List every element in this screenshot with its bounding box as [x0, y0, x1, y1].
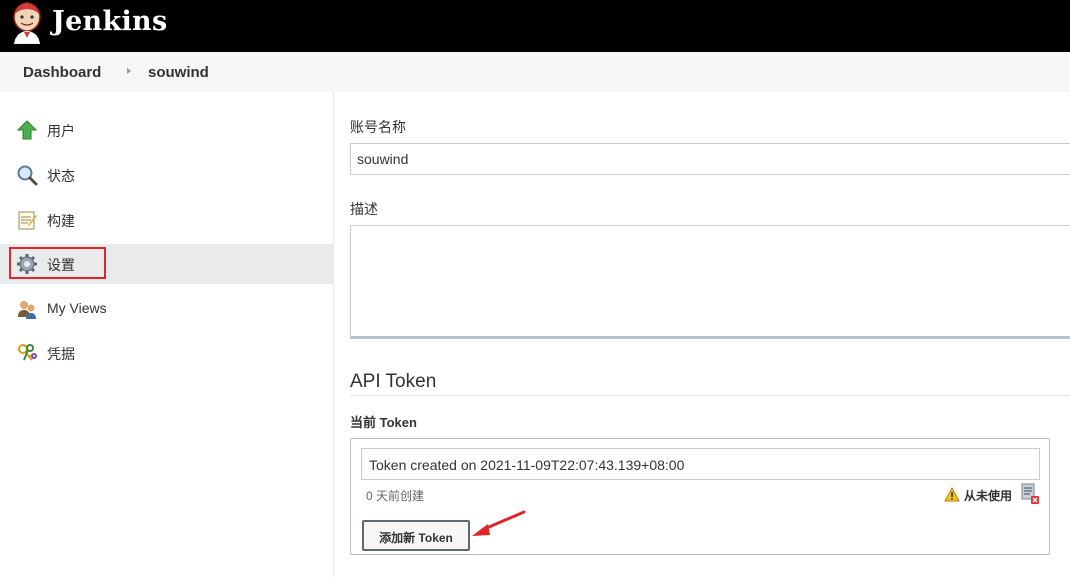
api-token-title: API Token	[350, 371, 437, 392]
description-textarea[interactable]	[350, 225, 1070, 339]
sidebar-item-builds[interactable]: 构建	[0, 200, 334, 240]
gear-icon	[17, 254, 37, 274]
breadcrumb: Dashboard souwind	[0, 52, 1070, 92]
sidebar-item-label: 用户	[47, 123, 75, 139]
sidebar-item-status[interactable]: 状态	[0, 155, 334, 195]
keys-icon	[18, 344, 37, 361]
breadcrumb-dashboard[interactable]: Dashboard	[23, 64, 101, 81]
people-icon	[18, 301, 36, 319]
token-age-text: 0 天前创建	[366, 489, 425, 503]
sidebar-item-users[interactable]: 用户	[0, 110, 334, 150]
sidebar-item-label: 凭据	[47, 346, 75, 362]
sidebar-item-credentials[interactable]: 凭据	[0, 333, 334, 373]
breadcrumb-user[interactable]: souwind	[148, 64, 209, 81]
sidebar-item-label: My Views	[47, 300, 107, 316]
description-label: 描述	[350, 201, 378, 217]
notepad-icon	[18, 211, 37, 230]
up-arrow-icon	[16, 120, 38, 140]
section-divider	[350, 395, 1070, 396]
sidebar-item-settings[interactable]: 设置	[0, 244, 334, 284]
token-name-field[interactable]: Token created on 2021-11-09T22:07:43.139…	[361, 448, 1040, 480]
chevron-right-icon	[127, 68, 131, 74]
magnifier-icon	[17, 165, 38, 186]
main-content: 账号名称 souwind 描述 API Token 当前 Token Token…	[335, 92, 1070, 577]
brand-title[interactable]: Jenkins	[52, 6, 167, 37]
sidebar: 用户 状态 构建 设置 My Views 凭据	[0, 92, 334, 577]
jenkins-logo-icon[interactable]	[10, 2, 44, 44]
warning-icon	[944, 487, 960, 502]
account-name-field[interactable]: souwind	[350, 143, 1070, 175]
sidebar-item-label: 构建	[47, 213, 75, 229]
token-card: Token created on 2021-11-09T22:07:43.139…	[350, 438, 1050, 555]
top-header: Jenkins	[0, 0, 1070, 52]
token-usage-text: 从未使用	[964, 489, 1013, 503]
revoke-token-icon[interactable]	[1020, 483, 1040, 505]
account-name-label: 账号名称	[350, 119, 406, 135]
sidebar-item-my-views[interactable]: My Views	[0, 289, 334, 329]
sidebar-item-label: 设置	[47, 257, 75, 273]
current-token-label: 当前 Token	[350, 415, 417, 430]
sidebar-item-label: 状态	[47, 168, 75, 184]
add-token-button[interactable]: 添加新 Token	[362, 520, 470, 551]
annotation-arrow-icon	[472, 510, 526, 536]
